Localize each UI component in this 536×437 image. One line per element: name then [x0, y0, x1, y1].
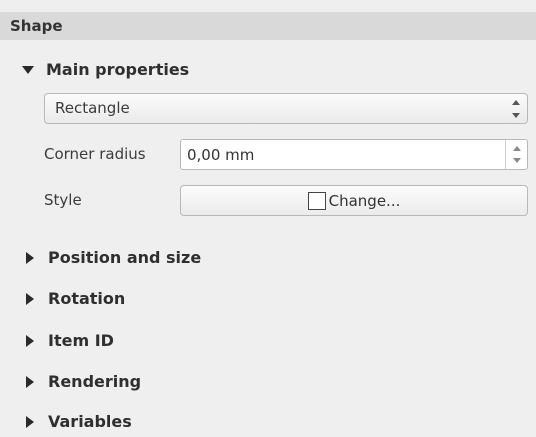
- corner-radius-input[interactable]: 0,00 mm: [180, 139, 528, 170]
- triangle-right-icon: [26, 375, 34, 388]
- group-main-properties-label: Main properties: [46, 60, 190, 79]
- group-rendering[interactable]: Rendering: [22, 372, 141, 391]
- triangle-right-icon: [26, 251, 34, 264]
- step-up-icon[interactable]: [512, 146, 521, 152]
- group-label: Item ID: [48, 331, 114, 350]
- corner-radius-label: Corner radius: [44, 145, 146, 163]
- group-label: Variables: [48, 412, 132, 431]
- triangle-right-icon: [26, 415, 34, 428]
- group-rotation[interactable]: Rotation: [22, 289, 125, 308]
- style-label: Style: [44, 191, 82, 209]
- group-label: Rendering: [48, 372, 142, 391]
- updown-arrows-icon: [511, 100, 521, 118]
- group-variables[interactable]: Variables: [22, 412, 132, 431]
- corner-radius-stepper[interactable]: [505, 140, 527, 169]
- panel-title: Shape: [0, 12, 536, 40]
- shape-type-value: Rectangle: [55, 99, 130, 117]
- shape-type-select[interactable]: Rectangle: [44, 93, 528, 124]
- triangle-down-icon: [22, 65, 34, 74]
- style-change-button[interactable]: Change...: [180, 185, 528, 216]
- group-label: Rotation: [48, 289, 126, 308]
- group-label: Position and size: [48, 248, 202, 267]
- step-down-icon[interactable]: [512, 157, 521, 163]
- color-swatch-icon: [307, 191, 326, 210]
- corner-radius-value: 0,00 mm: [187, 146, 255, 164]
- triangle-right-icon: [26, 292, 34, 305]
- style-change-button-label: Change...: [328, 191, 401, 210]
- group-position-and-size[interactable]: Position and size: [22, 248, 201, 267]
- group-item-id[interactable]: Item ID: [22, 331, 114, 350]
- group-main-properties[interactable]: Main properties: [22, 60, 189, 79]
- triangle-right-icon: [26, 334, 34, 347]
